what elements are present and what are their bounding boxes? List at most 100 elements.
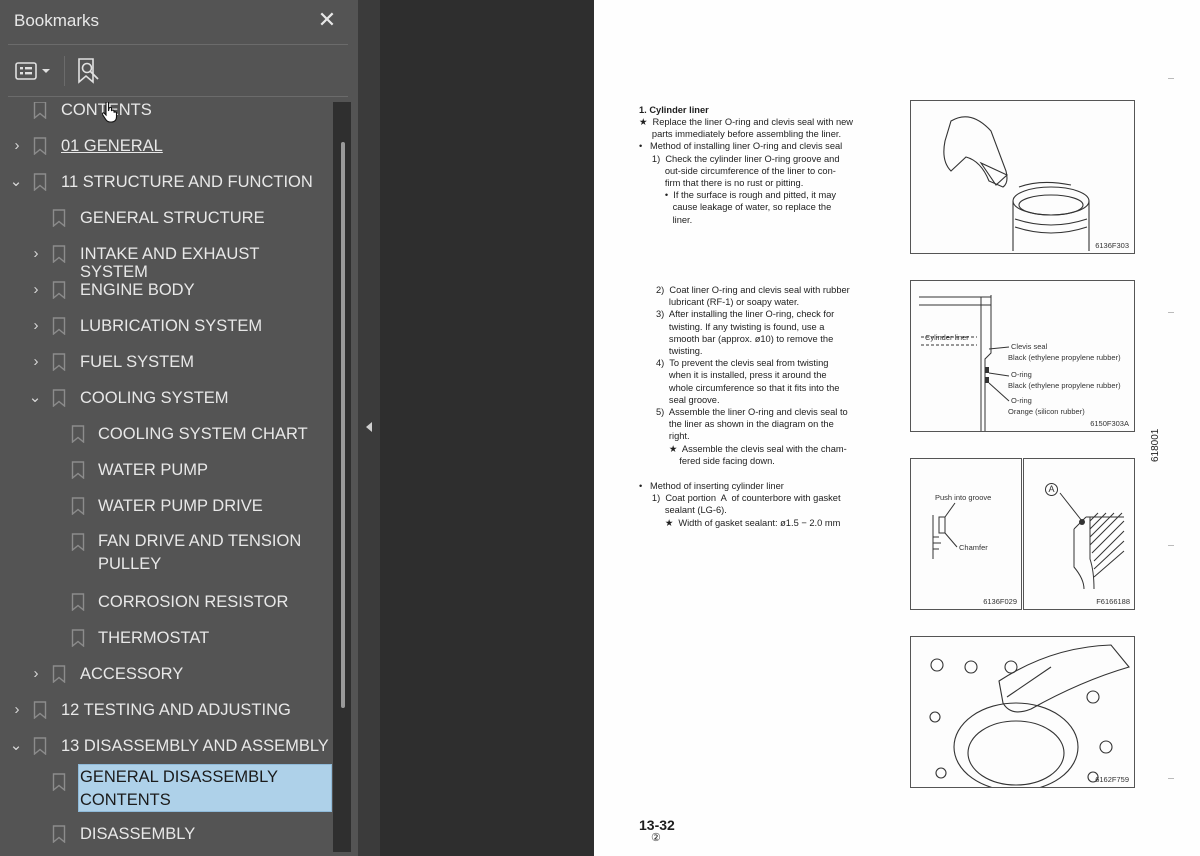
- bookmark-contents[interactable]: CONTENTS: [0, 102, 334, 126]
- bookmark-label: LUBRICATION SYSTEM: [80, 317, 263, 335]
- bookmark-icon: [33, 102, 47, 124]
- bookmark-icon: [71, 593, 85, 616]
- margin-mark: [1168, 78, 1174, 79]
- chevron-down-icon[interactable]: ⌄: [9, 736, 23, 756]
- text-line: whole circumference so that it fits into…: [656, 382, 840, 393]
- section-heading: 1. Cylinder liner: [639, 105, 709, 115]
- bookmark-label: COOLING SYSTEM CHART: [98, 425, 308, 443]
- bookmark-icon: [71, 629, 85, 652]
- bookmark-fan-drive[interactable]: FAN DRIVE AND TENSION PULLEY: [0, 526, 334, 578]
- bookmark-label: THERMOSTAT: [98, 629, 210, 647]
- bookmark-label: CORROSION RESISTOR: [98, 593, 289, 611]
- bookmark-icon: [52, 665, 66, 688]
- bookmark-12-testing[interactable]: › 12 TESTING AND ADJUSTING: [0, 694, 334, 726]
- bookmark-general-disassembly-contents[interactable]: GENERAL DISASSEMBLY CONTENTS: [0, 766, 334, 814]
- bookmark-fuel-system[interactable]: › FUEL SYSTEM: [0, 346, 334, 378]
- text-line: fered side facing down.: [656, 455, 775, 466]
- figure-label-clevis: Clevis seal: [1011, 342, 1048, 351]
- text-block-steps: 2) Coat liner O-ring and clevis seal wit…: [656, 284, 896, 467]
- figure-code: 6150F303A: [1090, 419, 1129, 428]
- bookmarks-header: Bookmarks ✕: [0, 0, 358, 44]
- figure-label-oring: O-ring: [1011, 370, 1032, 379]
- hand-cursor-icon: [101, 102, 118, 123]
- figure-liner-inspection: 6136F303: [910, 100, 1135, 254]
- bookmark-tree: CONTENTS › 01 GENERAL ⌄ 11 STRUCTURE AND…: [0, 102, 334, 856]
- bookmark-label: 01 GENERAL: [61, 137, 163, 155]
- text-line: 5) Assemble the liner O-ring and clevis …: [656, 407, 848, 418]
- text-line: lubricant (RF-1) or soapy water.: [656, 297, 800, 308]
- chevron-right-icon[interactable]: ›: [10, 700, 24, 720]
- bookmark-11-structure[interactable]: ⌄ 11 STRUCTURE AND FUNCTION: [0, 166, 334, 198]
- bookmark-icon: [33, 173, 47, 196]
- page-subnumber: ②: [651, 832, 661, 844]
- collapse-panel-button[interactable]: [362, 418, 376, 436]
- bookmark-thermostat[interactable]: THERMOSTAT: [0, 622, 334, 654]
- bookmark-icon: [52, 209, 66, 232]
- text-line: firm that there is no rust or pitting.: [639, 178, 804, 189]
- chevron-down-icon[interactable]: ⌄: [28, 388, 42, 408]
- chevron-right-icon[interactable]: ›: [29, 244, 43, 264]
- bookmark-cooling-chart[interactable]: COOLING SYSTEM CHART: [0, 418, 334, 450]
- bookmark-general-structure[interactable]: GENERAL STRUCTURE: [0, 202, 334, 234]
- bookmark-label: 11 STRUCTURE AND FUNCTION: [61, 173, 313, 191]
- counterbore-diagram: [1059, 492, 1125, 590]
- bookmark-disassembly[interactable]: DISASSEMBLY: [0, 818, 334, 850]
- find-bookmark-icon: [78, 58, 99, 84]
- text-line: • Method of inserting cylinder liner: [639, 481, 784, 491]
- text-line: 4) To prevent the clevis seal from twist…: [656, 358, 829, 369]
- bookmark-icon: [71, 461, 85, 484]
- scrollbar-thumb[interactable]: [341, 142, 345, 708]
- bookmark-label: DISASSEMBLY: [80, 825, 196, 843]
- bookmark-label: WATER PUMP DRIVE: [98, 497, 263, 515]
- bookmark-icon: [52, 773, 66, 796]
- figure-label-cylinder-liner: Cylinder liner: [925, 333, 969, 342]
- bookmark-water-pump[interactable]: WATER PUMP: [0, 454, 334, 486]
- list-options-icon: [15, 62, 50, 80]
- chevron-right-icon[interactable]: ›: [10, 136, 24, 156]
- triangle-left-icon: [366, 422, 372, 432]
- chevron-right-icon[interactable]: ›: [29, 316, 43, 336]
- bookmark-icon: [71, 497, 85, 520]
- liner-drawing: [943, 116, 1090, 251]
- bookmark-icon: [33, 137, 47, 160]
- bookmark-icon: [52, 281, 66, 304]
- page-number: 13-32: [639, 817, 675, 833]
- chevron-right-icon[interactable]: ›: [29, 352, 43, 372]
- text-line: 1) Coat portion A of counterbore with ga…: [639, 493, 841, 504]
- bookmark-intake-exhaust[interactable]: › INTAKE AND EXHAUST SYSTEM: [0, 238, 334, 281]
- figure-code: 6162F759: [1095, 775, 1129, 784]
- find-bookmark-button[interactable]: [76, 56, 102, 86]
- side-code: 618001: [1150, 428, 1161, 462]
- bookmark-engine-body[interactable]: › ENGINE BODY: [0, 274, 334, 306]
- chevron-right-icon[interactable]: ›: [29, 664, 43, 684]
- figure-label-oring-material: Black (ethylene propylene rubber): [1008, 381, 1121, 390]
- bookmark-icon: [71, 533, 85, 556]
- figure-label-clevis-material: Black (ethylene propylene rubber): [1008, 353, 1121, 362]
- bookmark-corrosion-resistor[interactable]: CORROSION RESISTOR: [0, 586, 334, 618]
- bookmark-icon: [52, 825, 66, 848]
- bookmark-water-pump-drive[interactable]: WATER PUMP DRIVE: [0, 490, 334, 522]
- figure-seal-placement: Cylinder liner Clevis seal Black (ethyle…: [910, 280, 1135, 432]
- figure-code: 6136F303: [1095, 241, 1129, 250]
- bookmark-lubrication[interactable]: › LUBRICATION SYSTEM: [0, 310, 334, 342]
- bookmark-options-button[interactable]: [14, 58, 54, 84]
- bookmark-label: 12 TESTING AND ADJUSTING: [61, 701, 291, 719]
- bookmarks-title: Bookmarks: [14, 11, 100, 30]
- bookmark-label: GENERAL DISASSEMBLY CONTENTS: [80, 768, 278, 809]
- figure-mark-a: A: [1045, 483, 1058, 496]
- text-line: 1) Check the cylinder liner O-ring groov…: [639, 153, 840, 164]
- chevron-right-icon[interactable]: ›: [29, 280, 43, 300]
- bookmark-01-general[interactable]: › 01 GENERAL: [0, 130, 334, 162]
- close-icon[interactable]: ✕: [316, 8, 338, 32]
- divider: [8, 96, 348, 97]
- chevron-down-icon[interactable]: ⌄: [9, 172, 23, 192]
- text-line: 3) After installing the liner O-ring, ch…: [656, 309, 835, 320]
- text-block-inserting: • Method of inserting cylinder liner 1) …: [639, 480, 899, 529]
- bookmark-13-disassembly[interactable]: ⌄ 13 DISASSEMBLY AND ASSEMBLY: [0, 730, 334, 762]
- bookmark-cooling-system[interactable]: ⌄ COOLING SYSTEM: [0, 382, 334, 414]
- figure-code: 6136F029: [983, 597, 1017, 606]
- text-line: 2) Coat liner O-ring and clevis seal wit…: [656, 285, 850, 295]
- bookmark-accessory[interactable]: › ACCESSORY: [0, 658, 334, 690]
- bookmark-label: FAN DRIVE AND TENSION PULLEY: [98, 532, 302, 573]
- document-page[interactable]: 1. Cylinder liner ★ Replace the liner O-…: [594, 0, 1200, 856]
